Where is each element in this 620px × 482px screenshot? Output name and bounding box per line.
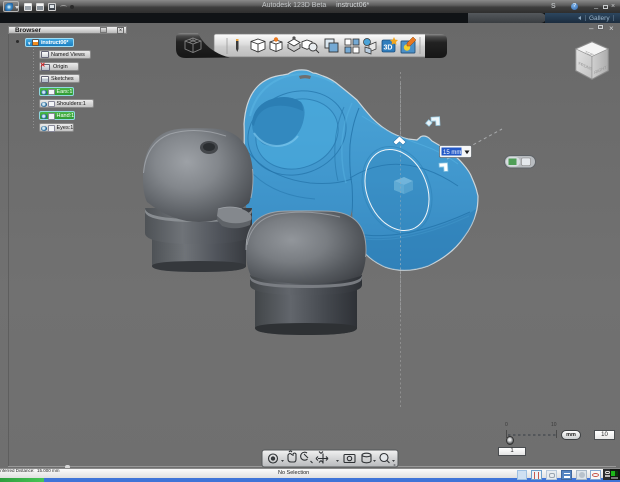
svg-text:15 mm: 15 mm	[443, 150, 461, 156]
svg-text:3D: 3D	[384, 45, 393, 52]
